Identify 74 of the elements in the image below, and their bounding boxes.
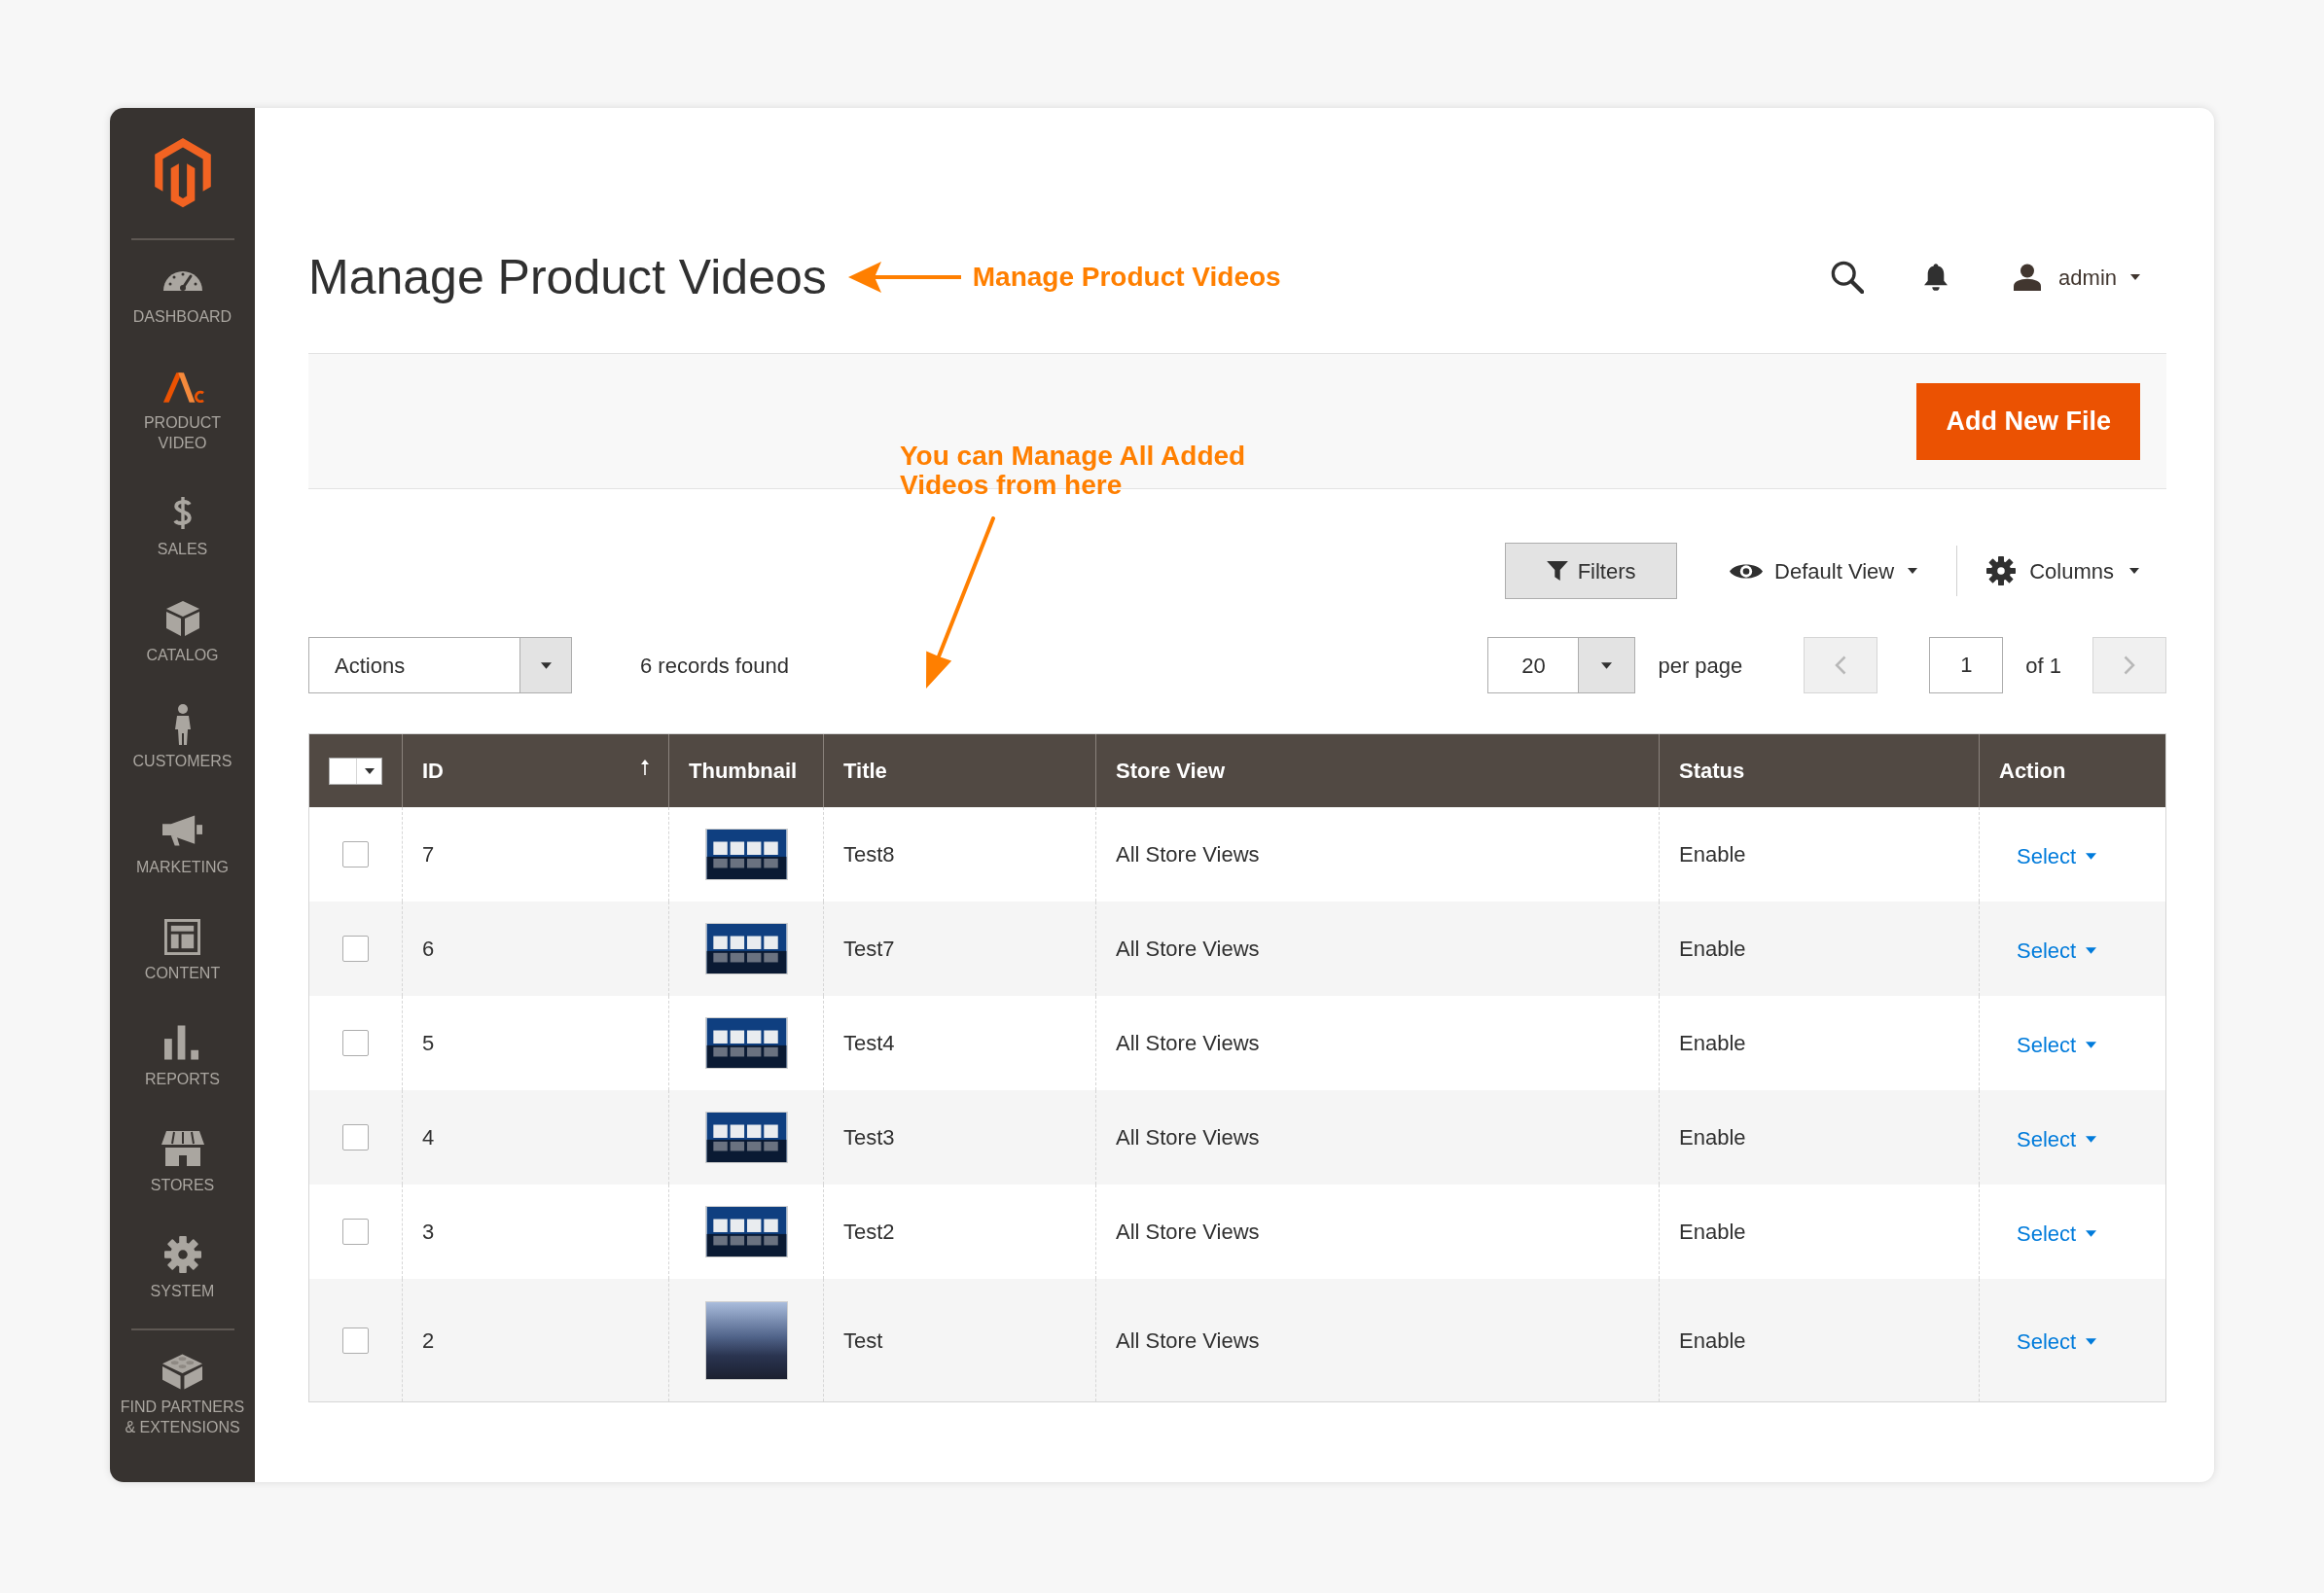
per-page-label: per page	[1658, 652, 1743, 680]
caret-icon	[2086, 1041, 2097, 1048]
user-menu[interactable]: admin	[2014, 261, 2140, 294]
gear-icon	[1986, 556, 2017, 585]
person-icon	[172, 704, 193, 745]
table-cell: Test	[823, 1279, 1095, 1401]
view-switcher[interactable]: Default View	[1730, 554, 1918, 587]
columns-button[interactable]: Columns	[1986, 554, 2139, 587]
select-action-button[interactable]: Select	[2017, 934, 2097, 967]
megaphone-icon	[162, 815, 202, 846]
dollar-icon	[172, 495, 193, 530]
page-total: of 1	[2025, 652, 2061, 680]
caret-icon	[2086, 1338, 2097, 1345]
row-checkbox[interactable]	[342, 936, 369, 962]
annotation-text: Manage Product Videos	[972, 261, 1281, 294]
table-cell: All Store Views	[1095, 1279, 1659, 1401]
select-action-button[interactable]: Select	[2017, 839, 2097, 872]
user-icon	[2014, 264, 2042, 291]
menu-item[interactable]: REPORTS	[110, 1003, 255, 1109]
select-action-button[interactable]: Select	[2017, 1028, 2097, 1061]
row-checkbox[interactable]	[342, 1327, 369, 1354]
caret-icon	[2086, 1229, 2097, 1237]
storefront-icon	[161, 1131, 204, 1166]
row-checkbox[interactable]	[342, 841, 369, 867]
actions-dropdown[interactable]: Actions	[308, 637, 572, 693]
menu-item[interactable]: PRODUCT VIDEO	[110, 346, 255, 473]
menu-item[interactable]: STORES	[110, 1109, 255, 1215]
box-icon	[165, 601, 199, 636]
caret-icon	[1908, 568, 1918, 574]
layout-icon	[164, 918, 200, 955]
caret-icon	[2086, 852, 2097, 860]
caret-icon	[540, 661, 552, 669]
caret-icon	[364, 767, 375, 774]
funnel-icon	[1546, 561, 1568, 581]
per-page-dropdown[interactable]: 20	[1487, 637, 1636, 693]
page-field[interactable]: 1	[1929, 637, 2004, 693]
chevron-left-icon	[1835, 655, 1847, 675]
menu-item[interactable]: CUSTOMERS	[110, 685, 255, 791]
menu-item[interactable]: FIND PARTNERS & EXTENSIONS	[110, 1330, 255, 1457]
menu-item[interactable]: CONTENT	[110, 897, 255, 1003]
page-title: Manage Product Videos	[308, 249, 827, 306]
menu-item[interactable]: DASHBOARD	[110, 240, 255, 346]
caret-icon	[2130, 274, 2140, 280]
sort-arrow-icon	[641, 759, 649, 775]
logo-icon[interactable]	[154, 138, 211, 208]
bell-icon[interactable]	[1924, 264, 1949, 291]
menu-item[interactable]: MARKETING	[110, 791, 255, 897]
speedometer-icon	[162, 269, 202, 291]
select-action-button[interactable]: Select	[2017, 1217, 2097, 1250]
select-action-button[interactable]: Select	[2017, 1122, 2097, 1155]
caret-icon	[2129, 568, 2139, 574]
table-cell: 2	[402, 1279, 668, 1401]
row-checkbox[interactable]	[342, 1219, 369, 1245]
menu-item[interactable]: SALES	[110, 473, 255, 579]
add-new-file-button[interactable]: Add New File	[1916, 382, 2140, 460]
row-checkbox[interactable]	[342, 1124, 369, 1150]
menu-item[interactable]: CATALOG	[110, 579, 255, 685]
chevron-right-icon	[2124, 655, 2135, 675]
filters-button[interactable]: Filters	[1505, 543, 1678, 599]
records-count: 6 records found	[640, 652, 789, 680]
gear-icon	[163, 1236, 201, 1273]
row-checkbox[interactable]	[342, 1030, 369, 1056]
caret-icon	[1601, 661, 1613, 669]
annotation-text: You can Manage All Added Videos from here	[900, 442, 1247, 500]
caret-icon	[2086, 1135, 2097, 1143]
select-all-checkbox[interactable]	[329, 757, 382, 785]
slanted-bars-icon	[161, 370, 204, 403]
table-cell: Enable	[1659, 1279, 1979, 1401]
menu-item[interactable]: SYSTEM	[110, 1215, 255, 1321]
caret-icon	[2086, 946, 2097, 954]
select-action-button[interactable]: Select	[2017, 1326, 2097, 1358]
brick-icon	[162, 1351, 202, 1390]
search-icon[interactable]	[1831, 261, 1865, 294]
bar-chart-icon	[164, 1025, 200, 1060]
